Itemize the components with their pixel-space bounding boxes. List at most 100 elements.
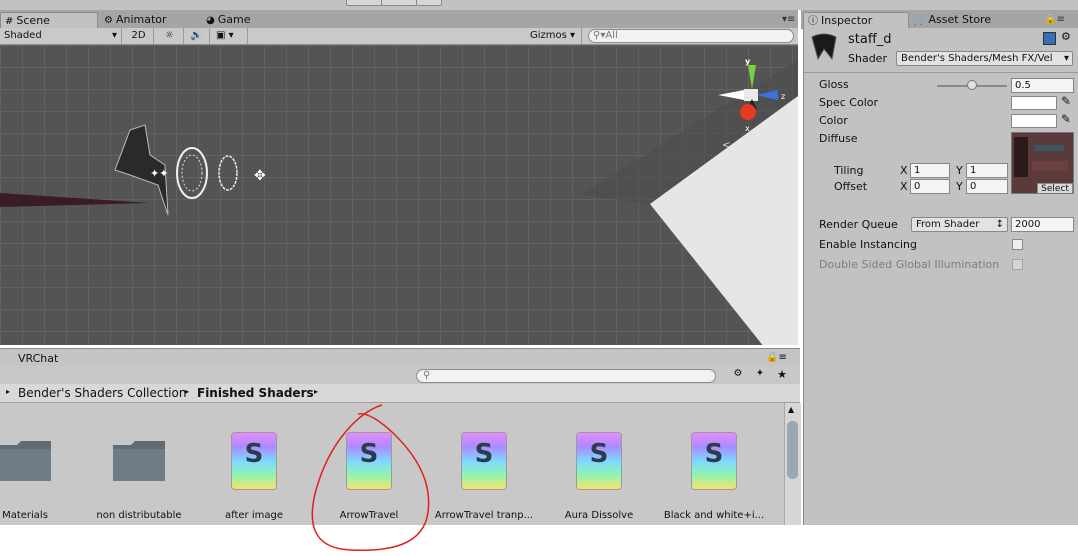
gizmo-z-label: z: [781, 92, 785, 101]
render-queue-input[interactable]: 2000: [1011, 217, 1074, 232]
project-search-input[interactable]: ⚲: [416, 369, 716, 383]
shader-label: Shader: [848, 52, 887, 65]
lighting-toggle-icon[interactable]: ☼: [156, 28, 184, 44]
gizmo-z-arrow[interactable]: [756, 90, 778, 100]
folder-icon: [0, 441, 51, 481]
texture-thumbnail: [1032, 161, 1068, 171]
tab-inspector[interactable]: ⓘ Inspector: [803, 12, 909, 29]
breadcrumb-arrow-icon: ▸: [185, 387, 190, 396]
spec-color-swatch[interactable]: [1011, 96, 1057, 110]
gizmo-center-cube[interactable]: [744, 89, 758, 101]
step-button[interactable]: [416, 0, 442, 6]
tab-scene[interactable]: # Scene: [0, 12, 98, 29]
dropdown-arrow-icon: ↕: [995, 219, 1004, 230]
shading-mode-dropdown[interactable]: Shaded ▾: [0, 28, 122, 44]
staff-mesh: [0, 193, 150, 207]
info-icon: ⓘ: [808, 16, 818, 27]
gloss-label: Gloss: [819, 78, 849, 91]
eyedropper-icon[interactable]: ✎: [1061, 112, 1071, 126]
shader-file-icon: S: [692, 433, 736, 489]
dropdown-arrow-icon: ▾: [570, 30, 576, 41]
inspector-panel: staff_d ⚙ Shader Bender's Shaders/Mesh F…: [803, 28, 1078, 525]
enable-instancing-label: Enable Instancing: [819, 238, 917, 251]
particle-sparkle-small: ✥: [254, 168, 266, 184]
scene-objects[interactable]: ✦✦ ✥: [0, 115, 290, 225]
asset-item[interactable]: Safter image: [198, 403, 310, 525]
divider: [804, 72, 1078, 73]
double-sided-gi-checkbox: [1012, 259, 1023, 270]
gizmos-dropdown[interactable]: Gizmos ▾: [526, 28, 582, 44]
audio-toggle-icon[interactable]: 🔊: [184, 28, 210, 44]
filter-by-label-icon[interactable]: ✦: [750, 368, 770, 382]
toggle-2d-button[interactable]: 2D: [124, 28, 154, 44]
asset-item[interactable]: S Aura Dissolve: [543, 403, 655, 525]
top-toolbar-strip: [0, 0, 1078, 10]
offset-x-input[interactable]: 0: [910, 179, 950, 194]
pause-button[interactable]: [381, 0, 417, 6]
play-button[interactable]: [346, 0, 382, 6]
texture-thumbnail: [1014, 137, 1028, 177]
projection-icon[interactable]: <: [722, 140, 730, 149]
gizmo-neg-x-arrow[interactable]: [718, 90, 744, 100]
lock-icon[interactable]: 🔒≡: [766, 352, 787, 363]
lock-icon[interactable]: 🔒≡: [1044, 14, 1065, 25]
double-sided-gi-label: Double Sided Global Illumination: [819, 258, 1000, 271]
asset-label: Materials: [2, 510, 48, 521]
asset-item[interactable]: non distributable: [83, 403, 195, 525]
asset-label: Aura Dissolve: [564, 510, 634, 521]
panel-menu-icon[interactable]: ▾≡: [782, 14, 795, 25]
favorite-star-icon[interactable]: ★: [772, 368, 792, 382]
shader-dropdown[interactable]: Bender's Shaders/Mesh FX/Vel ▾: [896, 51, 1073, 66]
orientation-gizmo[interactable]: y z x <: [712, 59, 792, 149]
grid-icon: #: [5, 16, 14, 27]
gizmo-x-arrow[interactable]: [740, 104, 756, 120]
tab-animator[interactable]: ⚙ Animator: [100, 12, 173, 28]
shader-file-icon: S: [232, 433, 276, 489]
offset-y-label: Y: [956, 180, 963, 193]
offset-y-input[interactable]: 0: [966, 179, 1008, 194]
annotation-circle: [311, 404, 430, 552]
game-icon: ◕: [206, 15, 215, 26]
asset-label: Black and white+i...: [663, 510, 765, 521]
dropdown-arrow-icon: ▾: [111, 30, 117, 41]
gloss-slider-thumb[interactable]: [967, 80, 977, 90]
inspector-tab-bar: ⓘ Inspector 🛒 Asset Store 🔒≡: [801, 10, 1078, 29]
tiling-label: Tiling: [834, 164, 864, 177]
scene-search-input[interactable]: ⚲▾All: [588, 29, 794, 43]
tiling-y-input[interactable]: 1: [966, 163, 1008, 178]
asset-item[interactable]: Materials: [0, 403, 81, 525]
texture-select-button[interactable]: Select: [1037, 183, 1073, 193]
diffuse-label: Diffuse: [819, 132, 858, 145]
help-icon[interactable]: [1043, 32, 1056, 45]
texture-thumbnail: [1034, 145, 1064, 151]
scene-viewport[interactable]: ✦✦ ✥ y z x <: [0, 45, 798, 345]
tab-game[interactable]: ◕ Game: [202, 12, 256, 28]
material-name: staff_d: [848, 32, 892, 47]
scroll-up-icon[interactable]: ▲: [788, 405, 794, 414]
tab-asset-store[interactable]: 🛒 Asset Store: [909, 12, 997, 28]
filter-by-type-icon[interactable]: ⚙: [728, 368, 748, 382]
asset-scrollbar[interactable]: ▲: [784, 403, 801, 525]
tiling-x-input[interactable]: 1: [910, 163, 950, 178]
gizmo-x-label: x: [745, 124, 750, 133]
asset-item[interactable]: S ArrowTravel tranp...: [428, 403, 540, 525]
spec-color-label: Spec Color: [819, 96, 878, 109]
settings-gear-icon[interactable]: ⚙: [1061, 30, 1071, 43]
gizmo-y-arrow[interactable]: [748, 65, 756, 89]
breadcrumb-item-finished-shaders[interactable]: Finished Shaders: [197, 386, 314, 400]
asset-label: ArrowTravel tranp...: [434, 510, 534, 521]
effects-dropdown-icon[interactable]: ▣ ▾: [212, 28, 248, 44]
diffuse-texture-slot[interactable]: Select: [1011, 132, 1074, 194]
breadcrumb-arrow-icon: ▸: [6, 387, 11, 396]
eyedropper-icon[interactable]: ✎: [1061, 94, 1071, 108]
render-queue-dropdown[interactable]: From Shader ↕: [911, 217, 1008, 232]
asset-item[interactable]: S Black and white+i...: [658, 403, 770, 525]
gloss-input[interactable]: 0.5: [1011, 78, 1074, 93]
folder-icon: [113, 441, 165, 481]
scrollbar-thumb[interactable]: [787, 421, 798, 479]
tiling-y-label: Y: [956, 164, 963, 177]
store-icon: 🛒: [913, 15, 926, 26]
color-swatch[interactable]: [1011, 114, 1057, 128]
enable-instancing-checkbox[interactable]: [1012, 239, 1023, 250]
breadcrumb-item-collection[interactable]: Bender's Shaders Collection: [18, 386, 186, 400]
